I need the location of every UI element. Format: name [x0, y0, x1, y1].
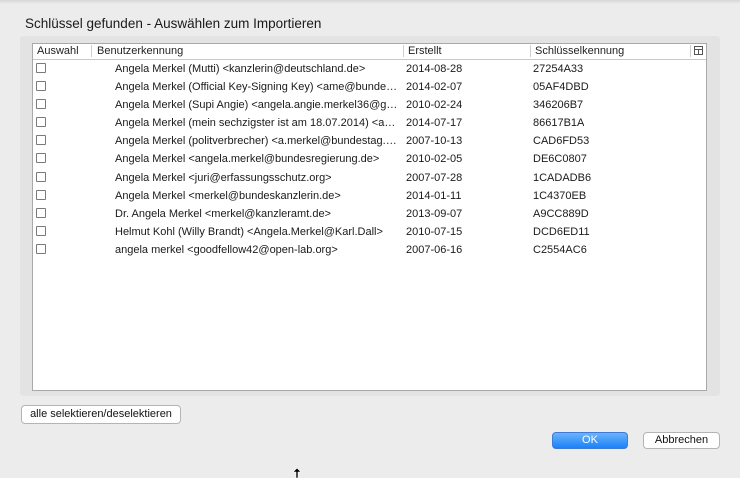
table-row[interactable]: Angela Merkel <merkel@bundeskanzlerin.de… — [33, 187, 706, 205]
column-header-keyid[interactable]: Schlüsselkennung — [535, 44, 624, 59]
created-cell: 2010-07-15 — [406, 225, 463, 238]
select-checkbox[interactable] — [36, 135, 46, 146]
select-checkbox[interactable] — [36, 171, 46, 182]
key-id-cell: 1C4370EB — [533, 189, 587, 202]
created-cell: 2010-02-05 — [406, 153, 463, 166]
select-checkbox[interactable] — [36, 189, 46, 200]
user-id-cell: angela merkel <goodfellow42@open-lab.org… — [115, 243, 338, 256]
select-checkbox[interactable] — [36, 225, 46, 236]
table-row[interactable]: Angela Merkel (politverbrecher) <a.merke… — [33, 132, 706, 150]
table-row[interactable]: Angela Merkel (Mutti) <kanzlerin@deutsch… — [33, 60, 706, 78]
column-header-select[interactable]: Auswahl — [37, 44, 79, 59]
user-id-cell: Dr. Angela Merkel <merkel@kanzleramt.de> — [115, 207, 331, 220]
table-row[interactable]: Angela Merkel (mein sechzigster ist am 1… — [33, 114, 706, 132]
key-id-cell: 05AF4DBD — [533, 81, 589, 94]
column-separator[interactable] — [690, 45, 691, 57]
select-checkbox[interactable] — [36, 117, 46, 128]
user-id-cell: Angela Merkel <angela.merkel@bundesregie… — [115, 153, 380, 166]
column-separator[interactable] — [403, 45, 404, 57]
created-cell: 2014-08-28 — [406, 63, 463, 75]
key-id-cell: DE6C0807 — [533, 153, 587, 166]
table-row[interactable]: Angela Merkel <juri@erfassungsschutz.org… — [33, 169, 706, 187]
key-id-cell: 1CADADB6 — [533, 171, 592, 184]
cancel-button[interactable]: Abbrechen — [643, 432, 720, 449]
ok-button[interactable]: OK — [552, 432, 628, 449]
select-checkbox[interactable] — [36, 81, 46, 92]
table-body: Angela Merkel (Mutti) <kanzlerin@deutsch… — [33, 60, 706, 259]
key-id-cell: CAD6FD53 — [533, 135, 590, 148]
select-checkbox[interactable] — [36, 207, 46, 218]
user-id-cell: Angela Merkel (politverbrecher) <a.merke… — [115, 135, 399, 148]
select-checkbox[interactable] — [36, 99, 46, 110]
key-id-cell: 86617B1A — [533, 117, 585, 130]
select-checkbox[interactable] — [36, 63, 46, 73]
resize-cursor-icon — [292, 468, 302, 478]
table-row[interactable]: Angela Merkel <angela.merkel@bundesregie… — [33, 150, 706, 168]
select-all-button[interactable]: alle selektieren/deselektieren — [21, 405, 181, 424]
column-header-created[interactable]: Erstellt — [408, 44, 442, 59]
column-header-user[interactable]: Benutzerkennung — [97, 44, 183, 59]
select-checkbox[interactable] — [36, 243, 46, 254]
select-checkbox[interactable] — [36, 153, 46, 164]
created-cell: 2010-02-24 — [406, 99, 463, 112]
table-row[interactable]: Angela Merkel (Supi Angie) <angela.angie… — [33, 96, 706, 114]
created-cell: 2007-06-16 — [406, 243, 463, 256]
table-row[interactable]: angela merkel <goodfellow42@open-lab.org… — [33, 241, 706, 259]
key-id-cell: A9CC889D — [533, 207, 589, 220]
created-cell: 2014-01-11 — [406, 189, 462, 202]
table-row[interactable]: Dr. Angela Merkel <merkel@kanzleramt.de>… — [33, 205, 706, 223]
table-row[interactable]: Helmut Kohl (Willy Brandt) <Angela.Merke… — [33, 223, 706, 241]
column-separator[interactable] — [530, 45, 531, 57]
user-id-cell: Helmut Kohl (Willy Brandt) <Angela.Merke… — [115, 225, 383, 238]
key-id-cell: C2554AC6 — [533, 243, 587, 256]
column-chooser-icon[interactable] — [694, 46, 703, 55]
user-id-cell: Angela Merkel (Supi Angie) <angela.angie… — [115, 99, 399, 112]
dialog-title: Schlüssel gefunden - Auswählen zum Impor… — [25, 16, 322, 31]
created-cell: 2014-02-07 — [406, 81, 463, 94]
column-separator[interactable] — [91, 45, 92, 57]
created-cell: 2007-07-28 — [406, 171, 463, 184]
created-cell: 2014-07-17 — [406, 117, 463, 130]
user-id-cell: Angela Merkel (Mutti) <kanzlerin@deutsch… — [115, 63, 366, 75]
window-top-edge — [0, 0, 740, 4]
user-id-cell: Angela Merkel <juri@erfassungsschutz.org… — [115, 171, 332, 184]
key-id-cell: 27254A33 — [533, 63, 584, 75]
created-cell: 2013-09-07 — [406, 207, 463, 220]
key-id-cell: 346206B7 — [533, 99, 584, 112]
table-row[interactable]: Angela Merkel (Official Key-Signing Key)… — [33, 78, 706, 96]
key-table[interactable]: Auswahl Benutzerkennung Erstellt Schlüss… — [32, 43, 707, 391]
key-id-cell: DCD6ED11 — [533, 225, 590, 238]
created-cell: 2007-10-13 — [406, 135, 463, 148]
user-id-cell: Angela Merkel <merkel@bundeskanzlerin.de… — [115, 189, 341, 202]
user-id-cell: Angela Merkel (Official Key-Signing Key)… — [115, 81, 399, 94]
user-id-cell: Angela Merkel (mein sechzigster ist am 1… — [115, 117, 399, 130]
table-header: Auswahl Benutzerkennung Erstellt Schlüss… — [33, 44, 706, 60]
